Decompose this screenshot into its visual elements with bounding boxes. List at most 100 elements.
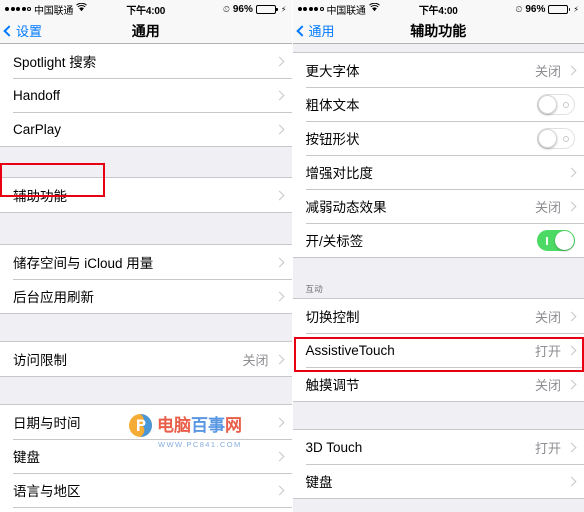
- list-item-increase-contrast[interactable]: 增强对比度: [292, 155, 584, 189]
- chevron-right-icon: [274, 190, 284, 200]
- row-accessory: [274, 124, 284, 134]
- row-accessory: [537, 229, 575, 251]
- row-value: 关闭: [534, 63, 561, 79]
- chevron-right-icon: [566, 167, 577, 177]
- row-accessory: [274, 417, 284, 427]
- row-value: 打开: [534, 440, 561, 456]
- list-item-assistivetouch[interactable]: AssistiveTouch 打开: [292, 333, 584, 367]
- row-label: 增强对比度: [305, 166, 374, 181]
- toggle-off-circle-icon: [563, 101, 569, 108]
- row-label: 按钮形状: [305, 132, 360, 147]
- list-item-on-off-labels[interactable]: 开/关标签: [292, 223, 584, 257]
- back-button-general[interactable]: 通用: [293, 21, 335, 40]
- row-accessory: [566, 476, 577, 486]
- right-phone-screen: 中国联通 下午4:00 ⏲ 96% ⚡ 通用 辅助功能 更大字体 关闭 粗体文本…: [292, 0, 584, 512]
- back-button-label: 设置: [16, 24, 43, 39]
- toggle-on-off-labels[interactable]: [537, 229, 575, 251]
- list-item-accessibility[interactable]: 辅助功能: [0, 178, 292, 212]
- list-item-spotlight-search[interactable]: Spotlight 搜索: [0, 44, 292, 78]
- row-label: 后台应用刷新: [13, 290, 94, 305]
- section-gap: [0, 314, 292, 341]
- toggle-bold-text[interactable]: [537, 93, 575, 115]
- group-accessibility: 辅助功能: [0, 177, 292, 213]
- row-label: 键盘: [305, 475, 333, 490]
- row-label: 粗体文本: [305, 98, 360, 113]
- chevron-right-icon: [274, 90, 284, 100]
- section-gap: [0, 377, 292, 404]
- lightning-bolt-icon: ⚡: [573, 4, 579, 14]
- row-accessory: [537, 127, 575, 149]
- list-item-keyboard[interactable]: 键盘: [0, 439, 292, 473]
- row-value: 关闭: [242, 352, 269, 368]
- chevron-right-icon: [274, 56, 284, 66]
- list-item-switch-control[interactable]: 切换控制 关闭: [292, 299, 584, 333]
- row-value: 打开: [534, 343, 561, 359]
- list-item-reduce-motion[interactable]: 减弱动态效果 关闭: [292, 189, 584, 223]
- row-label: 键盘: [13, 450, 40, 465]
- group-3dtouch: 3D Touch 打开 键盘: [292, 429, 584, 499]
- list-item-dictionary[interactable]: 词典: [0, 507, 292, 512]
- chevron-right-icon: [566, 201, 577, 211]
- section-gap: [0, 213, 292, 244]
- section-gap: [292, 44, 584, 52]
- list-item-3d-touch[interactable]: 3D Touch 打开: [292, 430, 584, 464]
- list-item-touch-accommodations[interactable]: 触摸调节 关闭: [292, 367, 584, 401]
- list-item-bold-text[interactable]: 粗体文本: [292, 87, 584, 121]
- page-title: 通用: [131, 22, 160, 39]
- left-phone-screen: 中国联通 下午4:00 ⏲ 96% ⚡ 设置 通用 Spotlight 搜索 H…: [0, 0, 293, 512]
- status-bar-right-group: ⏲ 96% ⚡: [223, 4, 287, 15]
- chevron-right-icon: [274, 485, 284, 495]
- section-header-interaction: 互动: [292, 274, 584, 298]
- chevron-right-icon: [274, 451, 284, 461]
- section-gap: [292, 402, 584, 429]
- row-label: Handoff: [13, 87, 61, 103]
- chevron-right-icon: [274, 291, 284, 301]
- row-label: CarPlay: [13, 121, 62, 137]
- back-button-settings[interactable]: 设置: [0, 21, 42, 40]
- row-accessory: 关闭: [534, 61, 577, 80]
- row-accessory: [566, 167, 577, 177]
- row-accessory: 关闭: [535, 307, 577, 326]
- chevron-left-icon: [3, 24, 15, 37]
- list-item-handoff[interactable]: Handoff: [0, 78, 292, 112]
- list-item-button-shapes[interactable]: 按钮形状: [292, 121, 584, 155]
- row-value: 关闭: [534, 199, 561, 215]
- battery-percentage: 96%: [525, 3, 546, 15]
- alarm-icon: ⏲: [515, 3, 523, 14]
- settings-list-left: Spotlight 搜索 Handoff CarPlay 辅助功能 储存空间与 …: [0, 44, 292, 512]
- list-item-background-refresh[interactable]: 后台应用刷新: [0, 279, 292, 313]
- chevron-right-icon: [566, 379, 577, 389]
- chevron-right-icon: [566, 311, 577, 321]
- lightning-bolt-icon: ⚡: [280, 4, 287, 14]
- list-item-larger-text[interactable]: 更大字体 关闭: [292, 53, 584, 87]
- list-item-language-region[interactable]: 语言与地区: [0, 473, 292, 507]
- chevron-right-icon: [274, 417, 284, 427]
- list-item-carplay[interactable]: CarPlay: [0, 112, 292, 146]
- row-accessory: 关闭: [534, 197, 577, 216]
- chevron-right-icon: [274, 124, 284, 134]
- row-accessory: [274, 485, 284, 495]
- list-item-keyboard[interactable]: 键盘: [292, 464, 584, 498]
- list-item-storage-icloud[interactable]: 储存空间与 iCloud 用量: [0, 245, 292, 279]
- section-gap: [292, 258, 584, 274]
- list-item-restrictions[interactable]: 访问限制 关闭: [0, 342, 292, 376]
- chevron-right-icon: [274, 354, 284, 364]
- row-label: 3D Touch: [305, 439, 363, 455]
- toggle-on-bar-icon: [546, 236, 548, 245]
- battery-icon: [255, 4, 278, 14]
- group-restrictions: 访问限制 关闭: [0, 341, 292, 377]
- toggle-button-shapes[interactable]: [537, 127, 575, 149]
- row-label: 日期与时间: [13, 416, 81, 431]
- status-bar-left: 中国联通 下午4:00 ⏲ 96% ⚡: [0, 0, 292, 18]
- toggle-knob: [555, 230, 574, 250]
- group-vision: 更大字体 关闭 粗体文本 按钮形状 增强对比度 减弱动态效果 关闭 开/关标签: [292, 52, 584, 258]
- settings-list-right: 更大字体 关闭 粗体文本 按钮形状 增强对比度 减弱动态效果 关闭 开/关标签 …: [292, 44, 584, 512]
- group-interaction: 切换控制 关闭 AssistiveTouch 打开 触摸调节 关闭: [292, 298, 584, 402]
- row-accessory: 关闭: [242, 350, 284, 369]
- row-accessory: [537, 93, 575, 115]
- alarm-icon: ⏲: [222, 3, 230, 14]
- chevron-left-icon: [295, 24, 308, 37]
- row-label: 触摸调节: [305, 378, 360, 393]
- battery-percentage: 96%: [232, 3, 253, 15]
- list-item-date-time[interactable]: 日期与时间: [0, 405, 292, 439]
